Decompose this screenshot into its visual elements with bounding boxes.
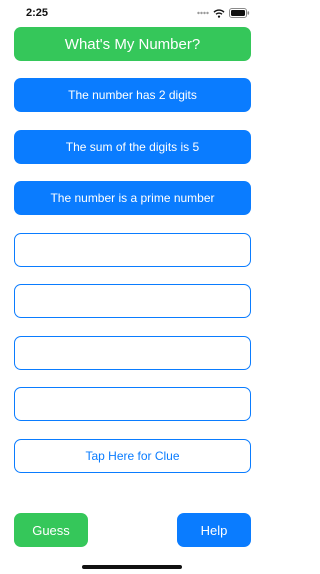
clue-box-4 [14, 233, 251, 267]
guess-button[interactable]: Guess [14, 513, 88, 547]
clue-box-3: The number is a prime number [14, 181, 251, 215]
clue-box-6 [14, 336, 251, 370]
status-icons [197, 8, 250, 18]
home-indicator[interactable] [82, 565, 182, 569]
help-button[interactable]: Help [177, 513, 251, 547]
battery-icon [229, 8, 250, 18]
status-bar: 2:25 [0, 0, 265, 24]
tap-for-clue-button[interactable]: Tap Here for Clue [14, 439, 251, 473]
clue-box-2: The sum of the digits is 5 [14, 130, 251, 164]
status-time: 2:25 [26, 7, 49, 19]
clue-box-7 [14, 387, 251, 421]
clue-box-5 [14, 284, 251, 318]
cellular-dots-icon [197, 10, 209, 16]
wifi-icon [213, 8, 225, 18]
page-title: What's My Number? [14, 27, 251, 61]
clue-box-1: The number has 2 digits [14, 78, 251, 112]
